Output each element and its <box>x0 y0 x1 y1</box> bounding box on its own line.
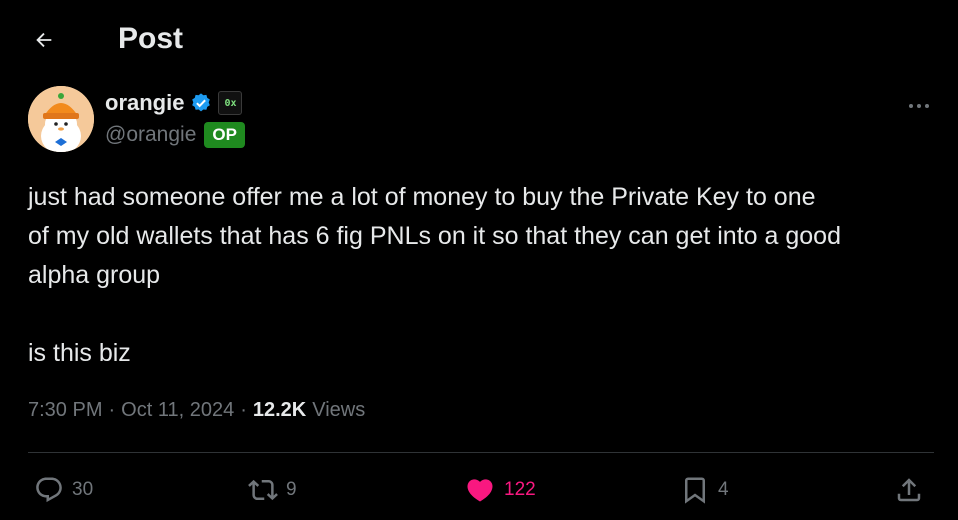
bookmark-button[interactable]: 4 <box>680 472 729 508</box>
tweet-time[interactable]: 7:30 PM <box>28 399 102 422</box>
meta-separator: · <box>108 398 116 421</box>
page-title: Post <box>118 22 184 55</box>
op-badge: OP <box>204 122 245 148</box>
tweet-date[interactable]: Oct 11, 2024 <box>121 399 234 422</box>
repost-icon <box>248 479 278 501</box>
tweet-meta: 7:30 PM · Oct 11, 2024 · 12.2K Views <box>28 395 365 425</box>
arrow-left-icon <box>36 32 52 48</box>
like-count: 122 <box>504 479 536 500</box>
views-count: 12.2K <box>252 398 307 421</box>
share-icon <box>897 478 921 502</box>
author-handle-row: @orangie OP <box>105 120 245 150</box>
author-handle[interactable]: @orangie <box>105 123 196 147</box>
penguin-avatar <box>28 86 94 152</box>
like-button[interactable]: 122 <box>464 472 536 508</box>
heart-icon <box>467 479 493 502</box>
verified-badge-icon <box>192 93 211 112</box>
avatar[interactable] <box>28 86 94 152</box>
reply-icon <box>36 477 62 503</box>
author-name[interactable]: orangie <box>105 90 184 116</box>
author-name-row: orangie 0x <box>105 88 243 118</box>
affiliate-badge[interactable]: 0x <box>218 91 243 115</box>
tweet-text: just had someone offer me a lot of money… <box>28 183 841 367</box>
repost-button[interactable]: 9 <box>248 472 297 508</box>
share-button[interactable] <box>894 472 924 508</box>
repost-count: 9 <box>286 479 297 500</box>
back-button[interactable] <box>28 24 60 56</box>
dot-icon <box>917 104 921 108</box>
meta-separator: · <box>240 398 247 421</box>
dot-icon <box>925 104 929 108</box>
reply-button[interactable]: 30 <box>34 472 93 508</box>
divider <box>28 452 934 453</box>
bookmark-count: 4 <box>718 479 729 500</box>
bookmark-icon <box>685 477 705 504</box>
views-label: Views <box>312 398 366 421</box>
affiliate-badge-label: 0x <box>224 97 237 109</box>
dot-icon <box>909 104 913 108</box>
more-options-button[interactable] <box>902 96 936 116</box>
reply-count: 30 <box>72 479 94 500</box>
